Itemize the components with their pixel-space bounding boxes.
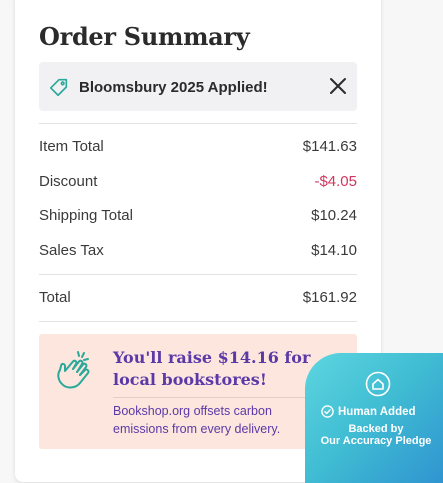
row-value: -$4.05 — [314, 173, 357, 190]
callout-body: Bookshop.org offsets carbon emissions fr… — [113, 404, 281, 436]
check-circle-icon — [321, 405, 334, 418]
row-label: Sales Tax — [39, 242, 104, 259]
row-discount: Discount -$4.05 — [39, 173, 357, 190]
row-value: $141.63 — [302, 138, 357, 155]
close-icon[interactable] — [327, 75, 349, 97]
page-title: Order Summary — [39, 22, 250, 51]
human-added-row: Human Added — [321, 405, 416, 418]
divider — [39, 123, 357, 124]
divider — [39, 274, 357, 275]
total-label: Total — [39, 289, 71, 306]
row-item-total: Item Total $141.63 — [39, 138, 357, 155]
house-icon — [365, 371, 391, 397]
human-added-label: Human Added — [338, 405, 416, 418]
row-value: $14.10 — [311, 242, 357, 259]
row-sales-tax: Sales Tax $14.10 — [39, 242, 357, 259]
promo-applied-banner: Bloomsbury 2025 Applied! — [39, 62, 357, 111]
clapping-hands-icon — [57, 351, 90, 389]
row-value: $10.24 — [311, 207, 357, 224]
row-label: Item Total — [39, 138, 104, 155]
accuracy-pledge-text: Backed by Our Accuracy Pledge — [305, 423, 443, 447]
backed-line-1: Backed by — [348, 423, 404, 435]
promo-text: Bloomsbury 2025 Applied! — [79, 79, 268, 96]
human-added-badge[interactable]: Human Added Backed by Our Accuracy Pledg… — [305, 353, 443, 483]
total-value: $161.92 — [302, 289, 357, 306]
tag-icon — [49, 78, 68, 97]
row-label: Discount — [39, 173, 98, 190]
row-total: Total $161.92 — [39, 289, 357, 306]
backed-line-2: Our Accuracy Pledge — [320, 435, 432, 447]
divider — [39, 321, 357, 322]
row-shipping-total: Shipping Total $10.24 — [39, 207, 357, 224]
row-label: Shipping Total — [39, 207, 133, 224]
